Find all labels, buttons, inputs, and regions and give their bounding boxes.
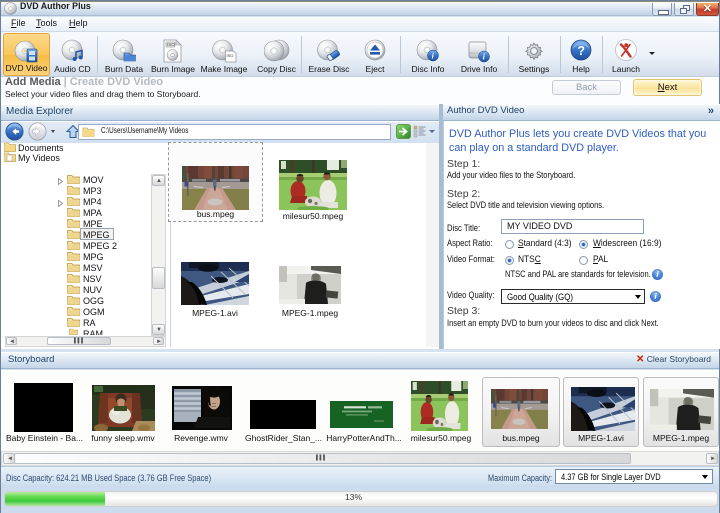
svg-text:ISO: ISO [227, 53, 234, 58]
svg-text:ISO: ISO [167, 42, 175, 47]
svg-text:?: ? [577, 44, 585, 58]
